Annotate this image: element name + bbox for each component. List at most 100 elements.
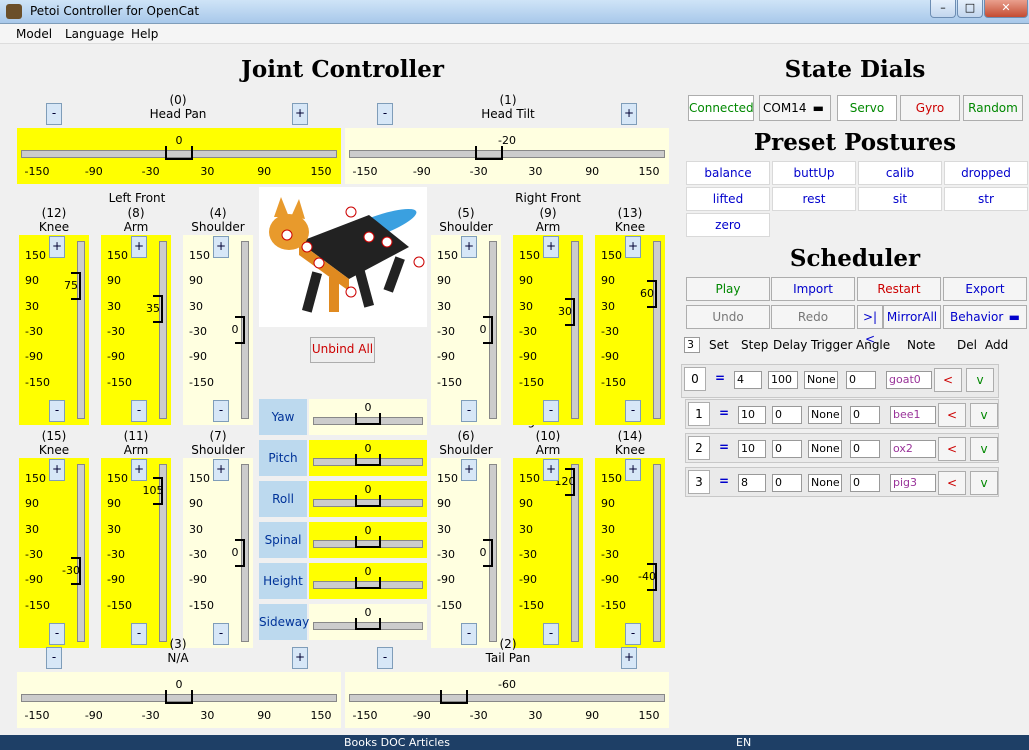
delete-row-button[interactable]: < bbox=[938, 437, 966, 461]
slider-handle[interactable] bbox=[355, 618, 381, 630]
na-minus-button[interactable]: - bbox=[46, 647, 62, 669]
lf-arm-slider[interactable]: 150 90 30 -30 -90 -150 35 + - bbox=[101, 235, 171, 425]
gyro-button[interactable]: Gyro bbox=[900, 95, 960, 121]
add-row-button[interactable]: v bbox=[966, 368, 994, 392]
menu-model[interactable]: Model bbox=[16, 27, 52, 41]
head-tilt-plus-button[interactable]: + bbox=[621, 103, 637, 125]
row-number-button[interactable]: 1 bbox=[688, 402, 710, 426]
export-button[interactable]: Export bbox=[943, 277, 1027, 301]
trigger-spinbox[interactable]: None bbox=[808, 406, 842, 424]
row-number-button[interactable]: 3 bbox=[688, 470, 710, 494]
rb-shoulder-slider[interactable]: 150 90 30 -30 -90 -150 0 + - bbox=[431, 458, 501, 648]
posture-balance-button[interactable]: balance bbox=[686, 161, 770, 185]
lf-knee-slider[interactable]: 150 90 30 -30 -90 -150 75 + - bbox=[19, 235, 89, 425]
lb-knee-plus-button[interactable]: + bbox=[49, 459, 65, 481]
slider-handle[interactable] bbox=[475, 146, 504, 160]
angle-spinbox[interactable]: 0 bbox=[850, 474, 880, 492]
posture-sit-button[interactable]: sit bbox=[858, 187, 942, 211]
angle-spinbox[interactable]: 0 bbox=[846, 371, 876, 389]
lf-knee-minus-button[interactable]: - bbox=[49, 400, 65, 422]
axis-sideway-slider[interactable]: 0 bbox=[309, 604, 427, 640]
posture-rest-button[interactable]: rest bbox=[772, 187, 856, 211]
add-row-button[interactable]: v bbox=[970, 437, 998, 461]
note-input[interactable]: goat0 bbox=[886, 371, 932, 389]
head-pan-plus-button[interactable]: + bbox=[292, 103, 308, 125]
posture-calib-button[interactable]: calib bbox=[858, 161, 942, 185]
head-tilt-minus-button[interactable]: - bbox=[377, 103, 393, 125]
behavior-select[interactable]: Behavior ▬ bbox=[943, 305, 1027, 329]
note-input[interactable]: bee1 bbox=[890, 406, 936, 424]
mirror-icon-button[interactable]: >|< bbox=[857, 305, 883, 346]
unbind-all-button[interactable]: Unbind All bbox=[310, 337, 375, 363]
lf-arm-minus-button[interactable]: - bbox=[131, 400, 147, 422]
delete-row-button[interactable]: < bbox=[934, 368, 962, 392]
axis-pitch-slider[interactable]: 0 bbox=[309, 440, 427, 476]
head-pan-slider[interactable]: 0 -150 -90 -30 30 90 150 bbox=[17, 128, 341, 184]
row-number-button[interactable]: 0 bbox=[684, 367, 706, 391]
lb-knee-minus-button[interactable]: - bbox=[49, 623, 65, 645]
step-spinbox[interactable]: 10 bbox=[738, 440, 766, 458]
axis-spinal-slider[interactable]: 0 bbox=[309, 522, 427, 558]
add-row-button[interactable]: v bbox=[970, 403, 998, 427]
tail-pan-plus-button[interactable]: + bbox=[621, 647, 637, 669]
step-spinbox[interactable]: 4 bbox=[734, 371, 762, 389]
import-button[interactable]: Import bbox=[771, 277, 855, 301]
note-input[interactable]: pig3 bbox=[890, 474, 936, 492]
posture-str-button[interactable]: str bbox=[944, 187, 1028, 211]
lf-knee-plus-button[interactable]: + bbox=[49, 236, 65, 258]
delete-row-button[interactable]: < bbox=[938, 403, 966, 427]
angle-spinbox[interactable]: 0 bbox=[850, 406, 880, 424]
random-button[interactable]: Random bbox=[963, 95, 1023, 121]
lb-arm-slider[interactable]: 150 90 30 -30 -90 -150 105 + - bbox=[101, 458, 171, 648]
lb-shoulder-slider[interactable]: 150 90 30 -30 -90 -150 0 + - bbox=[183, 458, 253, 648]
maximize-button[interactable]: □ bbox=[957, 0, 983, 18]
menu-language[interactable]: Language bbox=[65, 27, 124, 41]
lb-shoulder-plus-button[interactable]: + bbox=[213, 459, 229, 481]
rf-knee-slider[interactable]: 150 90 30 -30 -90 -150 60 + - bbox=[595, 235, 665, 425]
mirror-all-button[interactable]: MirrorAll bbox=[883, 305, 941, 329]
rf-arm-plus-button[interactable]: + bbox=[543, 236, 559, 258]
set-button[interactable]: = bbox=[714, 436, 734, 460]
delay-spinbox[interactable]: 0 bbox=[772, 406, 802, 424]
set-button[interactable]: = bbox=[714, 402, 734, 426]
delay-spinbox[interactable]: 0 bbox=[772, 474, 802, 492]
slider-handle[interactable] bbox=[355, 577, 381, 589]
axis-yaw-slider[interactable]: 0 bbox=[309, 399, 427, 435]
slider-handle[interactable] bbox=[440, 690, 469, 704]
posture-lifted-button[interactable]: lifted bbox=[686, 187, 770, 211]
axis-roll-slider[interactable]: 0 bbox=[309, 481, 427, 517]
rb-arm-slider[interactable]: 150 90 30 -30 -90 -150 120 + - bbox=[513, 458, 583, 648]
rf-shoulder-slider[interactable]: 150 90 30 -30 -90 -150 0 + - bbox=[431, 235, 501, 425]
rb-knee-minus-button[interactable]: - bbox=[625, 623, 641, 645]
slider-handle[interactable] bbox=[355, 495, 381, 507]
trigger-spinbox[interactable]: None bbox=[808, 440, 842, 458]
menu-help[interactable]: Help bbox=[131, 27, 158, 41]
lb-knee-slider[interactable]: 150 90 30 -30 -90 -150 -30 + - bbox=[19, 458, 89, 648]
posture-dropped-button[interactable]: dropped bbox=[944, 161, 1028, 185]
na-slider[interactable]: 0 -150 -90 -30 30 90 150 bbox=[17, 672, 341, 728]
port-select[interactable]: COM14 ▬ bbox=[759, 95, 831, 121]
delete-row-button[interactable]: < bbox=[938, 471, 966, 495]
servo-button[interactable]: Servo bbox=[837, 95, 897, 121]
lf-arm-plus-button[interactable]: + bbox=[131, 236, 147, 258]
rf-shoulder-plus-button[interactable]: + bbox=[461, 236, 477, 258]
connected-button[interactable]: Connected bbox=[688, 95, 754, 121]
note-input[interactable]: ox2 bbox=[890, 440, 936, 458]
play-button[interactable]: Play bbox=[686, 277, 770, 301]
rb-shoulder-plus-button[interactable]: + bbox=[461, 459, 477, 481]
angle-spinbox[interactable]: 0 bbox=[850, 440, 880, 458]
step-spinbox[interactable]: 8 bbox=[738, 474, 766, 492]
close-button[interactable]: ✕ bbox=[984, 0, 1028, 18]
minimize-button[interactable]: – bbox=[930, 0, 956, 18]
trigger-spinbox[interactable]: None bbox=[808, 474, 842, 492]
head-pan-minus-button[interactable]: - bbox=[46, 103, 62, 125]
set-button[interactable]: = bbox=[714, 470, 734, 494]
rf-arm-minus-button[interactable]: - bbox=[543, 400, 559, 422]
slider-handle[interactable] bbox=[165, 690, 193, 704]
delay-spinbox[interactable]: 100 bbox=[768, 371, 798, 389]
tail-pan-minus-button[interactable]: - bbox=[377, 647, 393, 669]
axis-height-slider[interactable]: 0 bbox=[309, 563, 427, 599]
rb-knee-plus-button[interactable]: + bbox=[625, 459, 641, 481]
tail-pan-slider[interactable]: -60 -150 -90 -30 30 90 150 bbox=[345, 672, 669, 728]
delay-spinbox[interactable]: 0 bbox=[772, 440, 802, 458]
